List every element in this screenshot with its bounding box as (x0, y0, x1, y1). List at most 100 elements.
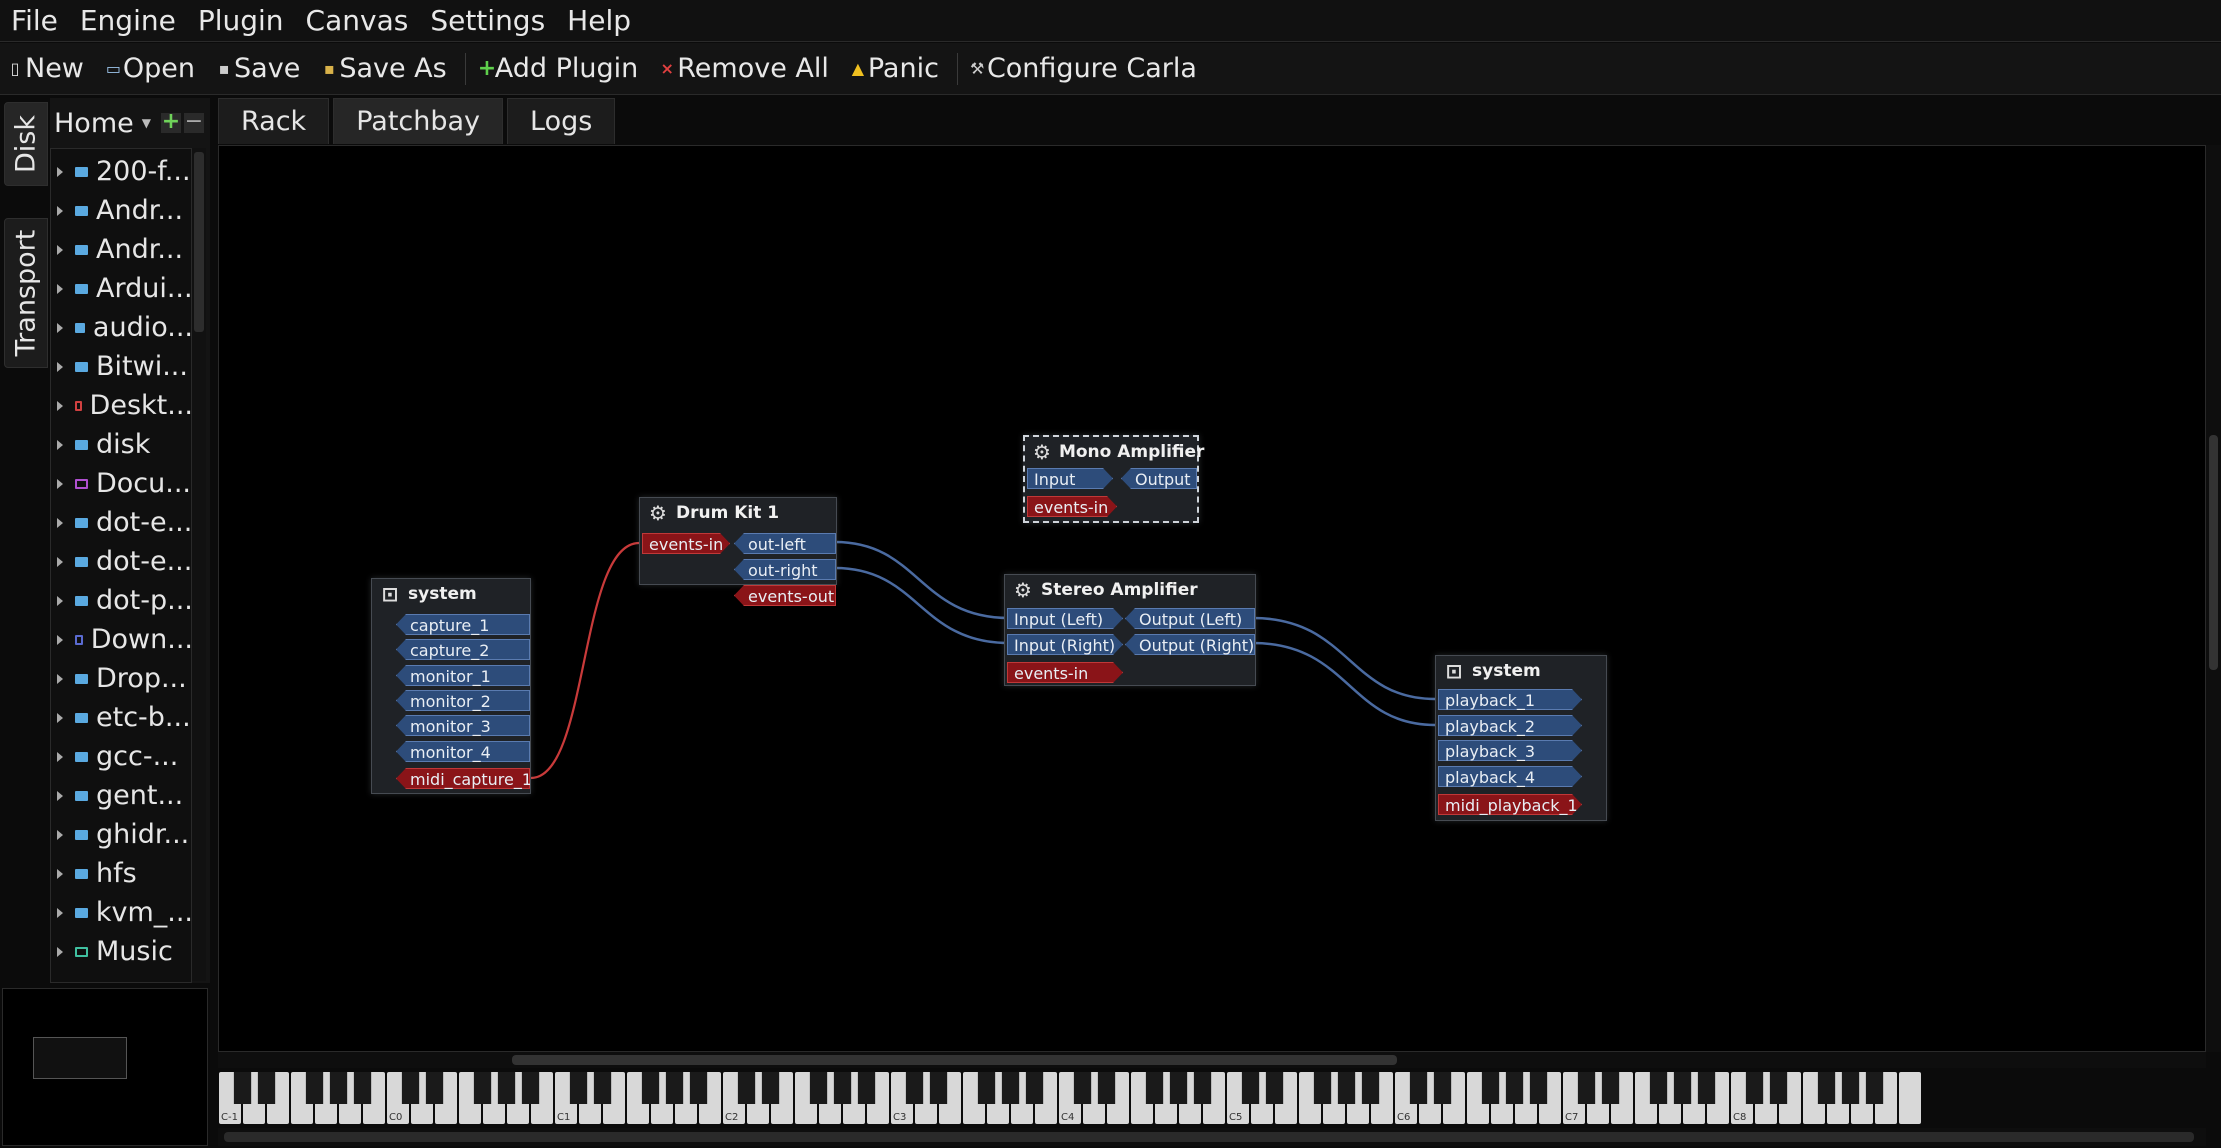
canvas-minimap[interactable] (2, 988, 208, 1146)
black-key[interactable] (809, 1072, 828, 1104)
save-as-button[interactable]: ▪ Save As (314, 43, 460, 95)
midi-wire[interactable] (530, 541, 640, 780)
black-key[interactable] (1697, 1072, 1716, 1104)
black-key[interactable] (1673, 1072, 1692, 1104)
port-monitor-1[interactable]: monitor_1 (396, 665, 530, 686)
black-key[interactable] (257, 1072, 276, 1104)
expand-arrow-icon[interactable] (57, 439, 63, 450)
tab-rack[interactable]: Rack (218, 98, 330, 144)
menu-plugin[interactable]: Plugin (187, 0, 295, 42)
expand-arrow-icon[interactable] (57, 673, 63, 684)
folder-item[interactable]: kvm_... (51, 893, 191, 932)
black-key[interactable] (1241, 1072, 1260, 1104)
black-key[interactable] (353, 1072, 372, 1104)
scrollbar-thumb[interactable] (2209, 435, 2218, 670)
keyboard-scrollbar[interactable] (218, 1128, 2206, 1146)
folder-item[interactable]: gcc-... (51, 737, 191, 776)
black-key[interactable] (401, 1072, 420, 1104)
black-key[interactable] (1193, 1072, 1212, 1104)
system-capture-node[interactable]: ⊡ system capture_1 capture_2 monitor_1 mo… (371, 578, 531, 794)
black-key[interactable] (689, 1072, 708, 1104)
remove-folder-button[interactable]: − (183, 111, 204, 133)
folder-item[interactable]: hfs (51, 854, 191, 893)
expand-arrow-icon[interactable] (57, 166, 63, 177)
black-key[interactable] (1481, 1072, 1500, 1104)
folder-item[interactable]: audio... (51, 308, 191, 347)
black-key[interactable] (1505, 1072, 1524, 1104)
folder-item[interactable]: Docu... (51, 464, 191, 503)
expand-arrow-icon[interactable] (57, 205, 63, 216)
tab-transport[interactable]: Transport (4, 218, 48, 368)
port-monitor-4[interactable]: monitor_4 (396, 741, 530, 762)
canvas-vertical-scrollbar[interactable] (2206, 145, 2221, 1052)
piano-keys[interactable]: C-1 C0 C1 C2 C3 C4 C5 C6 C7 C8 (218, 1070, 2206, 1128)
menu-settings[interactable]: Settings (419, 0, 556, 42)
folder-item[interactable]: Andr... (51, 191, 191, 230)
chevron-down-icon[interactable]: ▼ (142, 116, 151, 130)
black-key[interactable] (833, 1072, 852, 1104)
canvas-horizontal-scrollbar[interactable] (218, 1052, 2206, 1068)
black-key[interactable] (1313, 1072, 1332, 1104)
black-key[interactable] (329, 1072, 348, 1104)
port-events-in[interactable]: events-in (642, 533, 730, 554)
home-selector[interactable]: Home (54, 108, 134, 139)
port-monitor-2[interactable]: monitor_2 (396, 690, 530, 711)
expand-arrow-icon[interactable] (57, 283, 63, 294)
drum-kit-node[interactable]: ⚙ Drum Kit 1 events-in out-left out-right… (639, 497, 837, 606)
port-playback-1[interactable]: playback_1 (1438, 689, 1582, 710)
stereo-amplifier-node[interactable]: ⚙ Stereo Amplifier Input (Left) Output (L… (1004, 574, 1256, 686)
panic-button[interactable]: ▲ Panic (843, 43, 953, 95)
folder-item[interactable]: dot-p... (51, 581, 191, 620)
expand-arrow-icon[interactable] (57, 361, 63, 372)
system-playback-node[interactable]: ⊡ system playback_1 playback_2 playback_3… (1435, 655, 1607, 821)
folder-item[interactable]: Down... (51, 620, 191, 659)
black-key[interactable] (1649, 1072, 1668, 1104)
black-key[interactable] (1169, 1072, 1188, 1104)
expand-arrow-icon[interactable] (57, 400, 63, 411)
scrollbar-thumb[interactable] (224, 1132, 2194, 1142)
menu-engine[interactable]: Engine (69, 0, 187, 42)
tab-disk[interactable]: Disk (4, 102, 48, 186)
audio-wire[interactable] (834, 566, 1010, 645)
expand-arrow-icon[interactable] (57, 556, 63, 567)
black-key[interactable] (233, 1072, 252, 1104)
expand-arrow-icon[interactable] (57, 322, 63, 333)
expand-arrow-icon[interactable] (57, 946, 63, 957)
black-key[interactable] (929, 1072, 948, 1104)
black-key[interactable] (1865, 1072, 1884, 1104)
remove-all-button[interactable]: × Remove All (652, 43, 843, 95)
add-folder-button[interactable]: + (160, 111, 181, 133)
black-key[interactable] (1073, 1072, 1092, 1104)
tab-logs[interactable]: Logs (507, 98, 616, 144)
black-key[interactable] (1097, 1072, 1116, 1104)
scrollbar-thumb[interactable] (194, 152, 204, 332)
scrollbar-thumb[interactable] (512, 1055, 1397, 1065)
port-midi-capture-1[interactable]: midi_capture_1 (396, 768, 530, 789)
mono-amplifier-node[interactable]: ⚙ Mono Amplifier Input Output events-in (1023, 435, 1204, 523)
black-key[interactable] (1745, 1072, 1764, 1104)
black-key[interactable] (1817, 1072, 1836, 1104)
expand-arrow-icon[interactable] (57, 244, 63, 255)
port-monitor-3[interactable]: monitor_3 (396, 715, 530, 736)
black-key[interactable] (1529, 1072, 1548, 1104)
black-key[interactable] (1601, 1072, 1620, 1104)
folder-item[interactable]: 200-f... (51, 152, 191, 191)
folder-item[interactable]: Andr... (51, 230, 191, 269)
black-key[interactable] (1001, 1072, 1020, 1104)
audio-wire[interactable] (1252, 616, 1436, 701)
menu-canvas[interactable]: Canvas (295, 0, 420, 42)
expand-arrow-icon[interactable] (57, 712, 63, 723)
expand-arrow-icon[interactable] (57, 751, 63, 762)
black-key[interactable] (305, 1072, 324, 1104)
expand-arrow-icon[interactable] (57, 595, 63, 606)
port-playback-3[interactable]: playback_3 (1438, 740, 1582, 761)
black-key[interactable] (1361, 1072, 1380, 1104)
black-key[interactable] (1337, 1072, 1356, 1104)
black-key[interactable] (1841, 1072, 1860, 1104)
expand-arrow-icon[interactable] (57, 790, 63, 801)
port-out-right[interactable]: out-right (734, 559, 836, 580)
folder-item[interactable]: dot-e... (51, 542, 191, 581)
tab-patchbay[interactable]: Patchbay (333, 98, 504, 144)
black-key[interactable] (1145, 1072, 1164, 1104)
black-key[interactable] (425, 1072, 444, 1104)
